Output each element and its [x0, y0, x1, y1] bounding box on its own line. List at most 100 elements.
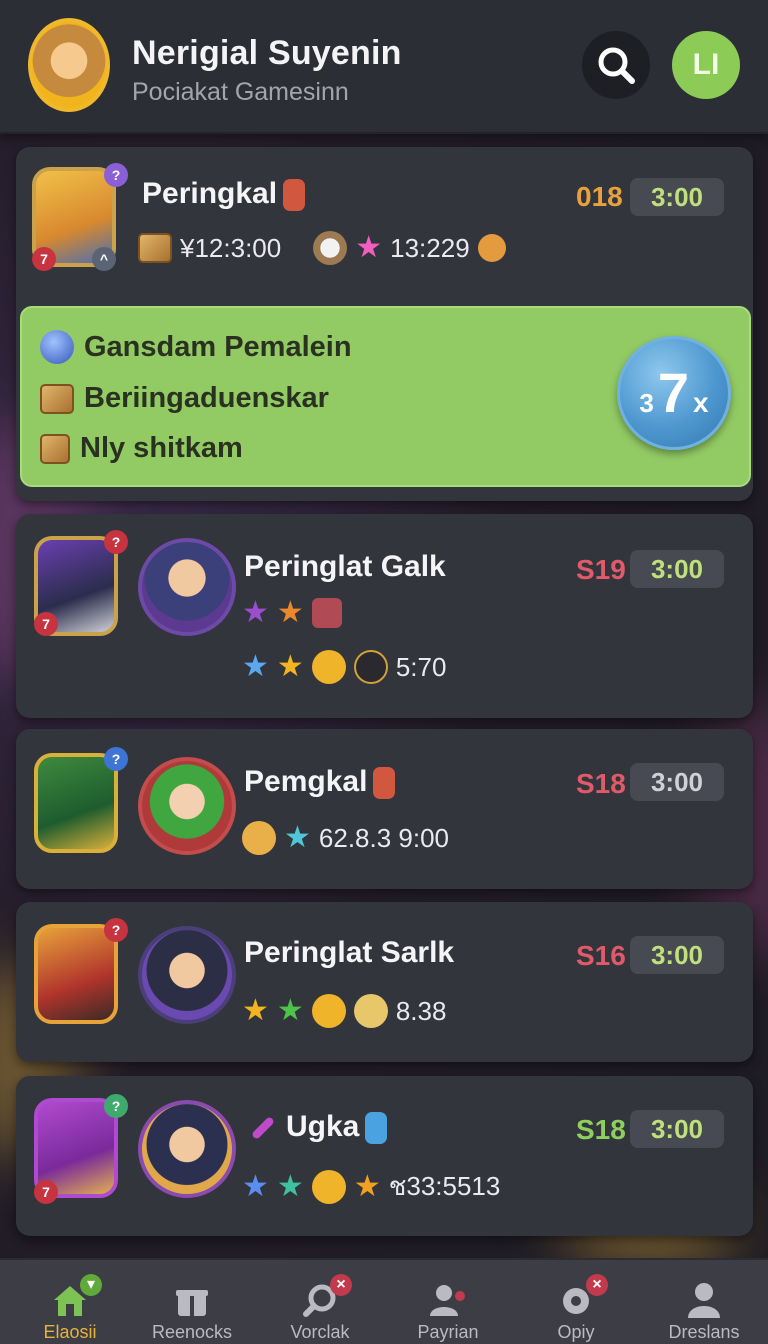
star-icon: ★ [276, 596, 304, 629]
rank-badge: ? [104, 163, 128, 187]
level-badge: 7 [34, 612, 58, 636]
nav-item-search[interactable]: × Vorclak [256, 1260, 384, 1344]
notification-badge: × [330, 1274, 352, 1296]
card-title-text: Peringkal [142, 177, 278, 210]
star-icon: ★ [353, 1169, 381, 1203]
chest-icon [40, 383, 74, 414]
stats-row: ★ 62.8.3 9:00 [242, 821, 449, 855]
level-badge: 7 [32, 247, 56, 271]
stat-value: ช33:5513 [388, 1171, 501, 1201]
card-title: Ugka [250, 1110, 388, 1145]
nav-label: Opiy [557, 1322, 595, 1342]
star-icon: ★ [355, 231, 383, 264]
user-avatar[interactable] [28, 18, 110, 112]
rank-badge: ? [104, 530, 128, 554]
star-icon: ★ [242, 596, 269, 629]
notification-badge: × [586, 1274, 608, 1296]
time-pill: 3:00 [630, 178, 724, 216]
score-value: S18 [576, 768, 626, 799]
leaderboard-card[interactable]: ? 7 Ugka S18 3:00 ★ ★ ★ ช33:5513 [16, 1076, 753, 1236]
tag-icon [283, 179, 306, 212]
card-title: Pemgkal [244, 765, 396, 800]
rank-badge: ? [104, 918, 128, 942]
multiplier-suffix: x [693, 387, 709, 418]
nav-item-profile[interactable]: Dreslans [640, 1260, 768, 1344]
nav-label: Payrian [417, 1322, 479, 1342]
star-icon: ★ [242, 1169, 269, 1203]
time-pill: 3:00 [630, 550, 724, 588]
nav-label: Elaosii [43, 1322, 97, 1342]
character-portrait [138, 538, 236, 636]
card-title: Peringlat Sarlk [244, 936, 455, 969]
card-title: Peringlat Galk [244, 550, 446, 583]
leaderboard-card[interactable]: ? Peringlat Sarlk S16 3:00 ★ ★ 8.38 [16, 902, 753, 1062]
profile-button[interactable]: LI [672, 31, 740, 99]
promo-item: Nly shitkam [40, 432, 243, 465]
time-pill: 3:00 [630, 936, 724, 974]
profile-icon [688, 1283, 720, 1318]
gift-icon [176, 1290, 208, 1316]
star-icon: ★ [276, 994, 304, 1027]
rank-badge: ? [104, 747, 128, 771]
leaderboard-card[interactable]: ? Pemgkal S18 3:00 ★ 62.8.3 9:00 [16, 729, 753, 889]
nav-item-friends[interactable]: Payrian [384, 1260, 512, 1344]
score-value: S19 [576, 554, 626, 585]
character-portrait [138, 926, 236, 1024]
goat-icon [313, 231, 348, 265]
score-value: S18 [576, 1114, 626, 1145]
boost-badge: ^ [92, 247, 116, 271]
page-title: Nerigial Suyenin [132, 34, 402, 72]
stat-value: 5:70 [395, 651, 447, 682]
promo-item: Beriingaduenskar [40, 382, 329, 415]
stats-row: ★ ★ ★ ช33:5513 [242, 1166, 500, 1207]
bottom-nav: ▾ Elaosii Reenocks × Vorclak Payrian × O… [0, 1258, 768, 1344]
stat-value: ¥12:3:00 [180, 232, 282, 263]
face-icon [477, 234, 506, 262]
level-badge: 7 [34, 1180, 58, 1204]
sun-icon [311, 1169, 346, 1204]
card-title-text: Pemgkal [244, 765, 368, 798]
nav-label: Vorclak [290, 1322, 350, 1342]
nav-item-settings[interactable]: × Opiy [512, 1260, 640, 1344]
stats-row: ¥12:3:00 ★ 13:229 [138, 231, 506, 265]
tag-icon [373, 767, 396, 800]
star-icon: ★ [276, 650, 304, 683]
notification-dot: ▾ [80, 1274, 102, 1296]
stat-value: 8.38 [395, 995, 447, 1026]
promo-item-text: Beriingaduenskar [84, 382, 329, 414]
orb-icon [40, 330, 74, 364]
coral-icon [311, 598, 342, 628]
time-pill: 3:00 [630, 763, 724, 801]
promo-banner[interactable]: Gansdam Pemalein Beriingaduenskar Nly sh… [20, 306, 751, 487]
chest-icon [40, 433, 70, 464]
sun-icon [311, 994, 346, 1028]
leaderboard-card[interactable]: ? 7 Peringlat Galk S19 3:00 ★ ★ ★ ★ 5:70 [16, 514, 753, 718]
star-icon: ★ [242, 650, 269, 683]
chest-icon [138, 233, 172, 263]
search-icon [598, 47, 635, 84]
character-portrait [138, 757, 236, 855]
cat-icon [353, 650, 388, 684]
star-icon: ★ [242, 994, 269, 1027]
rank-badge: ? [104, 1094, 128, 1118]
card-title: Peringkal [142, 177, 306, 212]
app-header: Nerigial Suyenin Pociakat Gamesinn LI [0, 0, 768, 134]
nav-item-gifts[interactable]: Reenocks [128, 1260, 256, 1344]
nav-item-home[interactable]: ▾ Elaosii [6, 1260, 134, 1344]
promo-item: Gansdam Pemalein [40, 330, 352, 364]
multiplier-badge[interactable]: 37 x [617, 336, 731, 450]
stat-value: 62.8.3 9:00 [318, 822, 450, 853]
score-value: S16 [576, 940, 626, 971]
search-button[interactable] [582, 31, 650, 99]
score-value: 018 [576, 181, 623, 212]
wand-icon [250, 1116, 276, 1141]
tag-icon [365, 1112, 388, 1145]
reward-icons: ★ ★ [242, 598, 342, 628]
stat-value: 13:229 [390, 232, 470, 263]
nav-label: Reenocks [151, 1322, 233, 1342]
card-title-text: Ugka [286, 1110, 360, 1143]
character-portrait [138, 1100, 236, 1198]
fox-icon [242, 821, 276, 855]
promo-item-text: Gansdam Pemalein [84, 330, 352, 363]
player-avatar [34, 924, 118, 1024]
